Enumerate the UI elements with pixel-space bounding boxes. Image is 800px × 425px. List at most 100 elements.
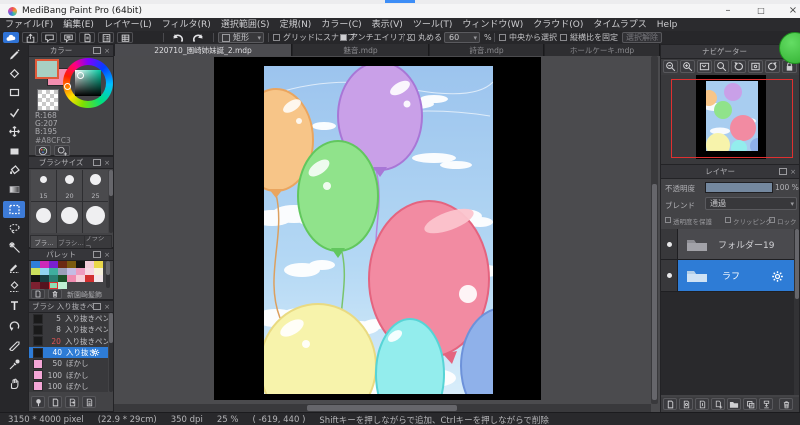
- palette-color[interactable]: [85, 268, 94, 275]
- zoom-in-button[interactable]: [680, 60, 695, 73]
- deselect-button[interactable]: 選択解除: [622, 32, 662, 43]
- lock-checkbox[interactable]: [769, 217, 775, 223]
- transparent-color-swatch[interactable]: [37, 89, 59, 111]
- antialias-checkbox[interactable]: [340, 34, 347, 41]
- palette-color[interactable]: [67, 268, 76, 275]
- new-folder-button[interactable]: [727, 398, 741, 410]
- scrollbar-thumb[interactable]: [109, 170, 113, 196]
- palette-color[interactable]: [76, 282, 85, 289]
- gear-icon[interactable]: [771, 270, 784, 283]
- reset-rotate-button[interactable]: [748, 60, 763, 73]
- add-layer-button[interactable]: [711, 398, 725, 410]
- palette-color[interactable]: [40, 268, 49, 275]
- brush-item[interactable]: 5 入り抜きペン: [29, 313, 108, 324]
- scrollbar-thumb[interactable]: [652, 184, 657, 400]
- brush-size-cell[interactable]: [31, 202, 56, 233]
- palette-color[interactable]: [67, 282, 76, 289]
- delete-layer-button[interactable]: [779, 398, 793, 410]
- palette-color[interactable]: [94, 275, 103, 282]
- palette-color[interactable]: [49, 268, 58, 275]
- close-icon[interactable]: ×: [790, 168, 796, 176]
- menu-help[interactable]: Help: [652, 18, 683, 32]
- layer-row-rough[interactable]: ラフ: [661, 260, 794, 292]
- palette-color[interactable]: [76, 275, 85, 282]
- brush-list-scrollbar[interactable]: [109, 313, 113, 392]
- brush-size-cell[interactable]: [83, 202, 108, 233]
- saturation-cursor[interactable]: [77, 72, 84, 79]
- brush-size-tab-2[interactable]: ブラシ…: [57, 235, 85, 249]
- blend-dropdown[interactable]: 通過 ▾: [705, 197, 797, 210]
- palette-color[interactable]: [85, 275, 94, 282]
- document-button[interactable]: [79, 32, 95, 43]
- brush-settings-button[interactable]: [82, 396, 96, 408]
- palette-color[interactable]: [31, 261, 40, 268]
- new-1bit-layer-button[interactable]: [695, 398, 709, 410]
- rotate-cw-button[interactable]: [765, 60, 780, 73]
- menu-select[interactable]: 選択範囲(S): [216, 18, 275, 32]
- menu-view[interactable]: 表示(V): [367, 18, 408, 32]
- comment-button[interactable]: [41, 32, 57, 43]
- brush-size-scrollbar[interactable]: [109, 170, 113, 233]
- menu-cloud[interactable]: クラウド(O): [528, 18, 588, 32]
- brush-new-button[interactable]: [48, 396, 62, 408]
- clipping-checkbox[interactable]: [725, 217, 731, 223]
- layer-row-folder19[interactable]: フォルダー19: [661, 229, 794, 260]
- canvas-viewport[interactable]: [114, 56, 660, 412]
- brush-add-button[interactable]: [31, 396, 45, 408]
- brush-size-cell[interactable]: 20: [57, 170, 82, 201]
- palette-color[interactable]: [94, 268, 103, 275]
- palette-color[interactable]: [40, 275, 49, 282]
- canvas-horizontal-scrollbar[interactable]: [114, 404, 651, 412]
- new-layer-button[interactable]: [663, 398, 677, 410]
- palette-color[interactable]: [85, 282, 94, 289]
- menu-filter[interactable]: フィルタ(R): [157, 18, 216, 32]
- palette-color[interactable]: [31, 268, 40, 275]
- move-tool[interactable]: [3, 123, 25, 140]
- merge-layer-button[interactable]: [743, 398, 757, 410]
- round-corner-checkbox[interactable]: [408, 34, 415, 41]
- brush-duplicate-button[interactable]: [65, 396, 79, 408]
- menu-file[interactable]: ファイル(F): [0, 18, 58, 32]
- redo-button[interactable]: [190, 32, 208, 43]
- select-tool[interactable]: [3, 201, 25, 218]
- menu-timelapse[interactable]: タイムラプス: [588, 18, 651, 32]
- maximize-button[interactable]: □: [753, 4, 769, 18]
- popout-icon[interactable]: [93, 47, 102, 54]
- publish-button[interactable]: [22, 32, 38, 43]
- color-wheel[interactable]: [63, 58, 113, 108]
- cloud-button[interactable]: [3, 32, 19, 43]
- menu-layer[interactable]: レイヤー(L): [99, 18, 157, 32]
- table-button[interactable]: [117, 32, 133, 43]
- document-tab-3[interactable]: 詩音.mdp: [430, 44, 544, 56]
- close-button[interactable]: ×: [786, 4, 800, 18]
- select-pen-check-tool[interactable]: [3, 104, 25, 121]
- hue-cursor[interactable]: [64, 83, 71, 90]
- brush-size-cell[interactable]: 15: [31, 170, 56, 201]
- palette-color[interactable]: [94, 282, 103, 289]
- close-icon[interactable]: ×: [104, 303, 110, 311]
- palette-color[interactable]: [40, 261, 49, 268]
- menu-ruler[interactable]: 定規(N): [275, 18, 317, 32]
- brush-tool[interactable]: [3, 46, 25, 63]
- brush-item[interactable]: 100 ぼかし: [29, 381, 108, 392]
- palette-color[interactable]: [94, 261, 103, 268]
- fixed-ratio-checkbox[interactable]: [560, 34, 567, 41]
- palette-new-button[interactable]: [31, 289, 45, 299]
- palette-color[interactable]: [40, 282, 49, 289]
- scrollbar-thumb[interactable]: [109, 313, 113, 343]
- magic-wand-tool[interactable]: [3, 239, 25, 256]
- navigator-preview[interactable]: [661, 75, 799, 164]
- selection-shape-dropdown[interactable]: 矩形 ▾: [218, 32, 264, 43]
- operation-tool[interactable]: [3, 317, 25, 334]
- zoom-reset-button[interactable]: [714, 60, 729, 73]
- checklist-button[interactable]: [98, 32, 114, 43]
- scrollbar-thumb[interactable]: [106, 261, 110, 275]
- close-icon[interactable]: ×: [104, 47, 110, 55]
- layer-visibility-toggle[interactable]: [661, 229, 678, 259]
- layer-scrollbar[interactable]: [794, 229, 799, 395]
- from-center-checkbox[interactable]: [499, 34, 506, 41]
- gradient-tool[interactable]: [3, 181, 25, 198]
- canvas-vertical-scrollbar[interactable]: [651, 56, 658, 404]
- palette-color[interactable]: [76, 268, 85, 275]
- bucket-tool[interactable]: [3, 162, 25, 179]
